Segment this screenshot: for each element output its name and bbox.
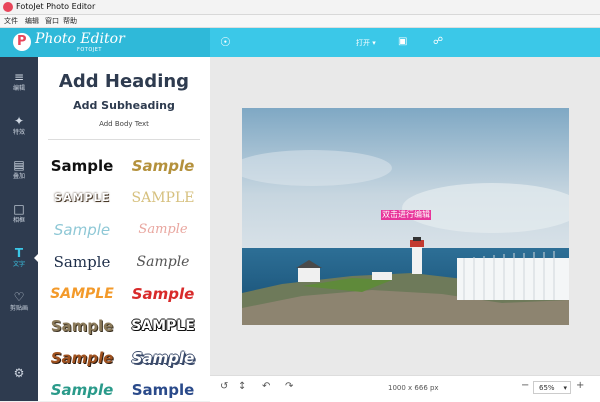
chevron-down-icon: ▾ (563, 384, 567, 392)
text-style-sample[interactable]: Sample (43, 156, 121, 176)
text-style-sample[interactable]: Sample (124, 380, 202, 400)
zoom-select[interactable]: 65% ▾ (533, 381, 571, 394)
add-heading-button[interactable]: Add Heading (38, 71, 210, 92)
app-icon (3, 2, 13, 12)
sidebar-item-settings[interactable]: ⚙ (0, 357, 38, 401)
text-style-sample[interactable]: Sample (124, 252, 202, 272)
logo-mark: P (13, 33, 31, 51)
menu-help[interactable]: 帮助 (63, 16, 77, 26)
bottom-toolbar: ↺ ↕ ↶ ↷ 1000 x 666 px − 65% ▾ + (210, 375, 600, 402)
text-style-sample[interactable]: Sample (124, 220, 202, 240)
lightbulb-icon[interactable]: ☉ (220, 36, 231, 48)
sidebar-item-overlay[interactable]: ▤ 叠加 (0, 149, 38, 193)
text-panel: Add Heading Add Subheading Add Body Text… (38, 57, 210, 401)
text-style-sample[interactable]: Sample (43, 220, 121, 240)
share-icon[interactable]: ☍ (433, 36, 443, 48)
window-titlebar: FotoJet Photo Editor (0, 0, 600, 15)
text-style-sample[interactable]: Sample (124, 284, 202, 304)
sidebar-item-effects[interactable]: ✦ 特效 (0, 105, 38, 149)
zoom-in-icon[interactable]: + (576, 381, 584, 391)
top-toolbar: P Photo Editor FOTOJET ☉ 打开 ▾ ▣ ☍ (0, 28, 600, 57)
text-style-sample[interactable]: Sample (43, 348, 121, 368)
text-style-sample[interactable]: Sample (43, 380, 121, 400)
brand-name: Photo Editor (35, 31, 125, 47)
sidebar-item-text[interactable]: T 文字 (0, 237, 38, 281)
text-style-sample[interactable]: Sample (43, 316, 121, 336)
canvas-text-box[interactable]: 双击进行编辑 (381, 210, 431, 220)
image-dimensions: 1000 x 666 px (388, 384, 439, 392)
menu-edit[interactable]: 编辑 (25, 16, 39, 26)
text-style-sample[interactable]: Sample (124, 156, 202, 176)
overlay-icon: ▤ (13, 158, 25, 172)
text-style-sample[interactable]: SAMPLE (124, 188, 202, 208)
sidebar: ≡ 编辑 ✦ 特效 ▤ 叠加 □ 相框 T 文字 ♡ 剪贴画 ⚙ (0, 57, 38, 401)
magic-wand-icon: ✦ (13, 114, 25, 128)
sidebar-item-edit[interactable]: ≡ 编辑 (0, 61, 38, 105)
brand-sub: FOTOJET (77, 47, 102, 53)
compare-icon[interactable]: ↕ (238, 382, 246, 392)
text-style-sample[interactable]: SAMPLE (43, 188, 121, 208)
add-subheading-button[interactable]: Add Subheading (38, 99, 210, 112)
undo-icon[interactable]: ↶ (262, 382, 270, 392)
open-button[interactable]: 打开 ▾ (356, 38, 376, 48)
sidebar-item-clipart[interactable]: ♡ 剪贴画 (0, 281, 38, 325)
frame-icon: □ (13, 202, 25, 216)
zoom-out-icon[interactable]: − (521, 381, 529, 391)
text-style-sample[interactable]: Sample (124, 348, 202, 368)
text-style-sample[interactable]: Sample (43, 252, 121, 272)
menu-window[interactable]: 窗口 (45, 16, 59, 26)
gear-icon: ⚙ (13, 366, 25, 380)
menu-file[interactable]: 文件 (4, 16, 18, 26)
panel-divider (48, 139, 200, 140)
menu-bar: 文件 编辑 窗口 帮助 (0, 15, 600, 28)
reset-icon[interactable]: ↺ (220, 382, 228, 392)
text-icon: T (14, 246, 24, 260)
brand-logo: P Photo Editor FOTOJET (0, 28, 210, 57)
save-icon[interactable]: ▣ (398, 36, 407, 48)
sidebar-item-frame[interactable]: □ 相框 (0, 193, 38, 237)
sliders-icon: ≡ (13, 70, 25, 84)
redo-icon[interactable]: ↷ (285, 382, 293, 392)
text-style-sample[interactable]: SAMPLE (43, 284, 121, 304)
add-body-text-button[interactable]: Add Body Text (38, 120, 210, 128)
open-label: 打开 (356, 39, 370, 47)
heart-icon: ♡ (13, 290, 25, 304)
text-style-sample[interactable]: SAMPLE (124, 316, 202, 336)
window-title: FotoJet Photo Editor (16, 2, 96, 11)
